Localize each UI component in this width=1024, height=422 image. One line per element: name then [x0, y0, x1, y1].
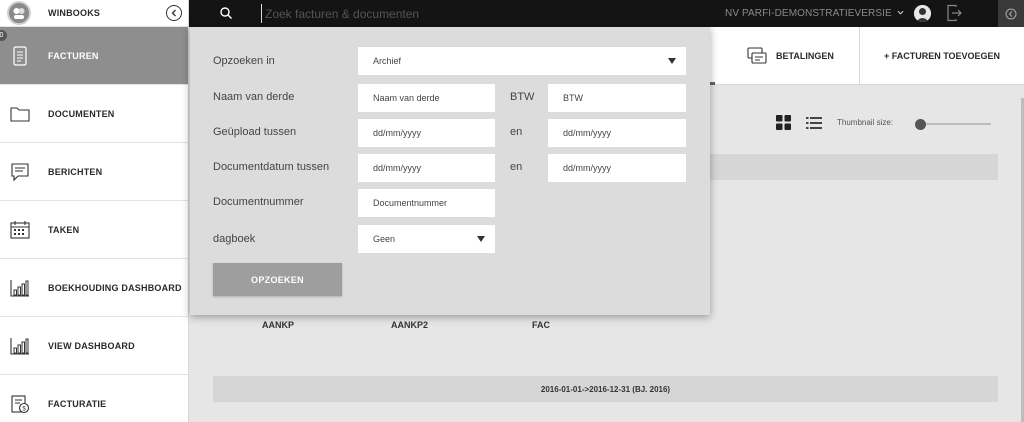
document-number-label: Documentnummer [213, 196, 304, 208]
bar-chart-icon [0, 335, 40, 357]
period-header[interactable]: 2016-01-01->2016-12-31 (BJ. 2016) [213, 376, 998, 402]
top-bar: NV PARFI-DEMONSTRATIEVERSIE [189, 0, 1024, 27]
search-icon[interactable] [219, 6, 233, 20]
sidebar-item-documenten[interactable]: DOCUMENTEN [0, 85, 188, 143]
sidebar-item-label: DOCUMENTEN [48, 108, 115, 119]
collapse-sidebar-button[interactable] [166, 5, 182, 21]
search-in-select[interactable]: Archief [358, 47, 686, 75]
journal-label-aankp[interactable]: AANKP [262, 320, 294, 330]
document-date-label: Documentdatum tussen [213, 161, 330, 173]
sidebar-item-label: BOEKHOUDING DASHBOARD [48, 282, 182, 293]
message-icon [0, 161, 40, 183]
calendar-icon [0, 219, 40, 241]
invoice-icon: $ [0, 393, 40, 415]
company-name: NV PARFI-DEMONSTRATIEVERSIE [725, 8, 892, 19]
add-invoices-button[interactable]: + FACTUREN TOEVOEGEN [860, 27, 1024, 85]
search-input[interactable] [261, 4, 641, 23]
sidebar-item-facturen[interactable]: 0 FACTUREN [0, 27, 188, 85]
uploaded-to-field[interactable] [548, 119, 686, 147]
sidebar: WINBOOKS 0 FACTUREN DOCUMENTEN BERICHTEN [0, 0, 189, 422]
tabs-bar: BETALINGEN + FACTUREN TOEVOEGEN [710, 27, 1024, 85]
journal-select-value: Geen [373, 234, 396, 244]
vat-field[interactable] [548, 84, 686, 112]
document-number-input[interactable] [373, 198, 495, 208]
slider-knob[interactable] [915, 119, 926, 130]
avatar[interactable] [914, 5, 931, 22]
collapse-right-panel-button[interactable] [998, 0, 1024, 27]
vat-label: BTW [510, 91, 535, 103]
search-in-label: Opzoeken in [213, 55, 275, 67]
sidebar-item-label: FACTUREN [48, 50, 99, 61]
bar-chart-icon [0, 277, 40, 299]
sidebar-item-label: FACTURATIE [48, 398, 107, 409]
thumbnail-size-label: Thumbnail size: [837, 118, 894, 127]
tab-betalingen[interactable]: BETALINGEN [710, 27, 860, 85]
uploaded-from-field[interactable] [358, 119, 495, 147]
uploaded-between-label: Geüpload tussen [213, 126, 297, 138]
notification-badge: 0 [0, 30, 7, 41]
docdate-to-input[interactable] [563, 163, 686, 173]
tab-label: BETALINGEN [776, 51, 834, 61]
journal-label-aankp2[interactable]: AANKP2 [391, 320, 428, 330]
journal-label-fac[interactable]: FAC [532, 320, 550, 330]
chevron-down-icon [897, 10, 904, 15]
document-icon [0, 45, 40, 67]
docdate-and-label: en [510, 161, 523, 173]
results-header-band [710, 154, 998, 180]
sidebar-item-label: BERICHTEN [48, 166, 103, 177]
vat-input[interactable] [563, 93, 686, 103]
third-party-label: Naam van derde [213, 91, 295, 103]
sidebar-item-label: VIEW DASHBOARD [48, 340, 135, 351]
uploaded-and-label: en [510, 126, 523, 138]
third-party-input[interactable] [373, 93, 495, 103]
grid-view-icon[interactable] [776, 115, 791, 130]
sidebar-item-boekhouding-dashboard[interactable]: BOEKHOUDING DASHBOARD [0, 259, 188, 317]
brand-name: WINBOOKS [48, 8, 101, 18]
document-number-field[interactable] [358, 189, 495, 217]
brand-logo-icon [7, 1, 31, 25]
user-avatar-icon [914, 5, 931, 22]
thumbnail-size-slider[interactable] [915, 119, 991, 130]
search-in-value: Archief [373, 56, 402, 66]
search-button[interactable]: OPZOEKEN [213, 263, 342, 296]
sidebar-item-view-dashboard[interactable]: VIEW DASHBOARD [0, 317, 188, 375]
payments-icon [747, 47, 767, 64]
docdate-from-input[interactable] [373, 163, 495, 173]
third-party-field[interactable] [358, 84, 495, 112]
brand-header: WINBOOKS [0, 0, 188, 27]
advanced-search-panel: Opzoeken in Archief Naam van derde BTW G… [190, 27, 710, 315]
view-controls: Thumbnail size: [776, 115, 996, 133]
logout-icon[interactable] [946, 4, 963, 22]
sidebar-item-taken[interactable]: TAKEN [0, 201, 188, 259]
dropdown-arrow-icon [668, 58, 676, 64]
company-selector[interactable]: NV PARFI-DEMONSTRATIEVERSIE [725, 8, 904, 19]
dropdown-arrow-icon [477, 236, 485, 242]
list-view-icon[interactable] [806, 116, 822, 130]
uploaded-from-input[interactable] [373, 128, 495, 138]
sidebar-item-berichten[interactable]: BERICHTEN [0, 143, 188, 201]
folder-icon [0, 103, 40, 125]
app-root: WINBOOKS 0 FACTUREN DOCUMENTEN BERICHTEN [0, 0, 1024, 422]
sidebar-item-label: TAKEN [48, 224, 80, 235]
docdate-from-field[interactable] [358, 154, 495, 182]
slider-track [915, 123, 991, 125]
uploaded-to-input[interactable] [563, 128, 686, 138]
sidebar-item-facturatie[interactable]: $ FACTURATIE [0, 375, 188, 422]
chevron-left-icon [171, 9, 176, 17]
journal-select[interactable]: Geen [358, 225, 495, 253]
chevron-left-circle-icon [1005, 8, 1017, 19]
journal-label: dagboek [213, 233, 256, 245]
docdate-to-field[interactable] [548, 154, 686, 182]
